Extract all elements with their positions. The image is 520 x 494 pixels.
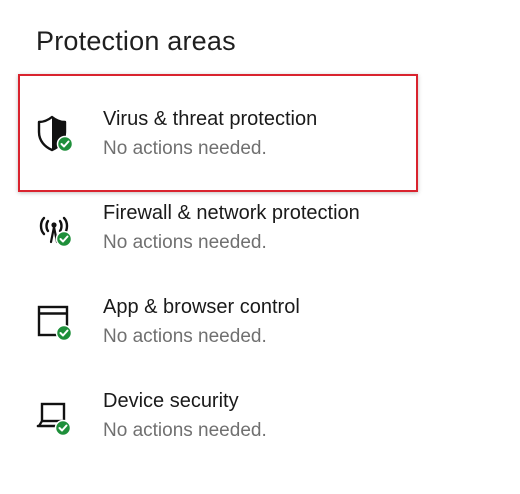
protection-item-device-security[interactable]: Device security No actions needed. <box>36 390 416 450</box>
item-status: No actions needed. <box>103 232 267 253</box>
protection-item-firewall-network[interactable]: Firewall & network protection No actions… <box>36 202 416 262</box>
protection-item-app-browser[interactable]: App & browser control No actions needed. <box>36 296 416 356</box>
section-title: Protection areas <box>36 26 236 56</box>
item-title: App & browser control <box>103 296 300 318</box>
protection-item-virus-threat[interactable]: Virus & threat protection No actions nee… <box>36 108 416 168</box>
item-title: Firewall & network protection <box>103 202 360 224</box>
laptop-check-icon <box>36 396 72 436</box>
item-title: Device security <box>103 390 239 412</box>
item-status: No actions needed. <box>103 326 267 347</box>
browser-window-check-icon <box>36 302 72 342</box>
item-title: Virus & threat protection <box>103 108 318 130</box>
wifi-antenna-check-icon <box>36 208 72 248</box>
shield-check-icon <box>36 114 72 154</box>
item-status: No actions needed. <box>103 420 267 441</box>
item-status: No actions needed. <box>103 138 267 159</box>
